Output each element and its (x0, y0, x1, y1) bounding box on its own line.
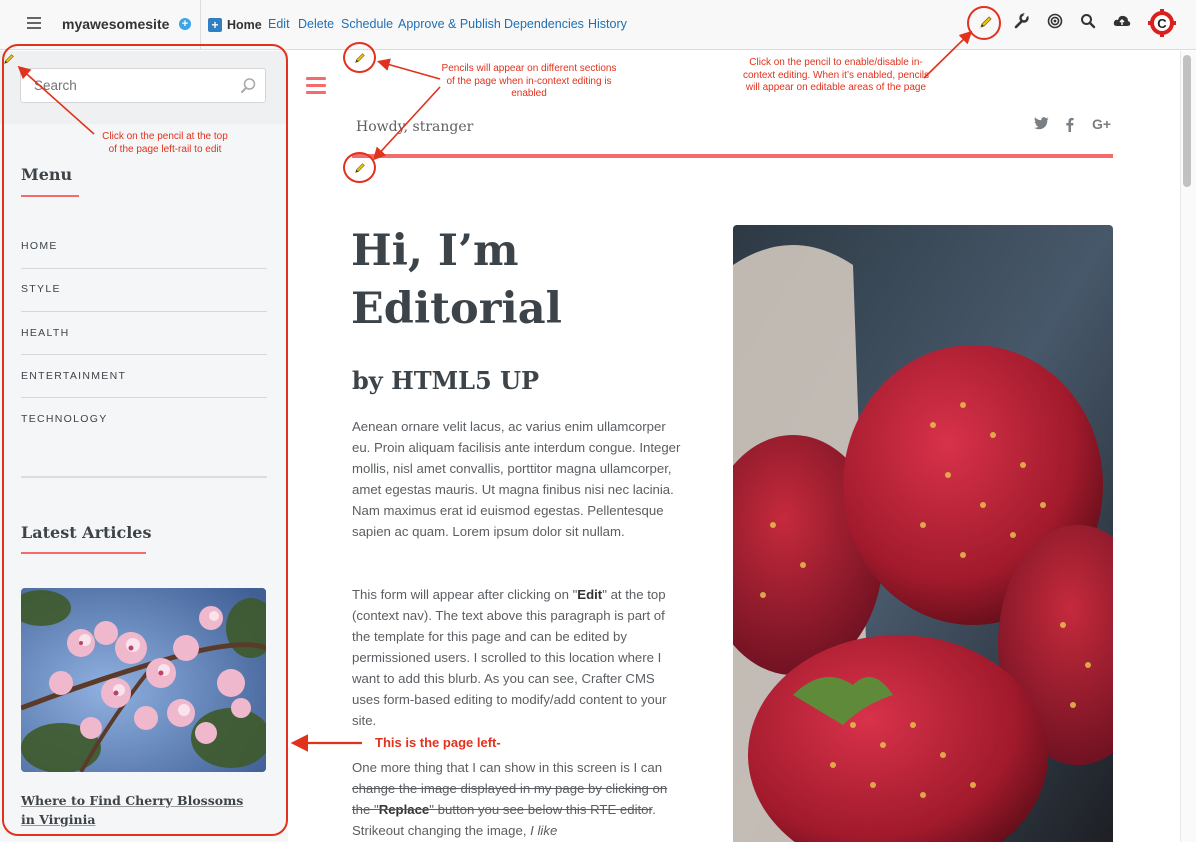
nav-approve-publish[interactable]: Approve & Publish (398, 17, 501, 31)
menu-item-technology[interactable]: TECHNOLOGY (21, 413, 267, 425)
menu-item-health[interactable]: HEALTH (21, 327, 267, 339)
heading-underline (21, 195, 79, 197)
annotation-pencil-toggle: Click on the pencil to enable/disable in… (742, 57, 930, 93)
context-nav: myawesomesite + + Home Edit Delete Sched… (0, 0, 1196, 50)
page-subtitle: by HTML5 UP (352, 366, 540, 395)
publish-cloud-icon[interactable] (1111, 13, 1133, 35)
left-rail: Menu HOME STYLE HEALTH ENTERTAINMENT TEC… (0, 51, 288, 842)
scrollbar-thumb[interactable] (1183, 55, 1191, 187)
search-icon[interactable] (240, 77, 257, 94)
text-span: " button you see below this RTE editor (429, 802, 653, 817)
italic-text: I like (530, 823, 558, 838)
intro-paragraph: Aenean ornare velit lacus, ac varius eni… (352, 419, 681, 539)
menu-item-entertainment[interactable]: ENTERTAINMENT (21, 370, 267, 382)
highlight-circle (967, 6, 1001, 40)
menu-divider (21, 268, 267, 269)
latest-articles-heading: Latest Articles (21, 523, 152, 542)
nav-home[interactable]: Home (227, 18, 262, 32)
nav-delete[interactable]: Delete (298, 17, 334, 31)
menu-heading: Menu (21, 165, 73, 184)
site-menu-icon[interactable]: + (179, 18, 191, 30)
nav-history[interactable]: History (588, 17, 627, 31)
menu-item-style[interactable]: STYLE (21, 283, 267, 295)
search-icon[interactable] (1077, 13, 1099, 35)
strawberry-image[interactable] (733, 225, 1113, 842)
annotation-pencils-sections: Pencils will appear on different section… (441, 63, 617, 99)
edit-bold-text: Edit (577, 587, 603, 602)
nav-schedule[interactable]: Schedule (341, 17, 393, 31)
crafter-logo-icon[interactable]: C (1148, 9, 1176, 37)
greeting-text: Howdy, stranger (356, 119, 474, 135)
menu-divider (21, 354, 267, 355)
cherry-blossom-image[interactable] (21, 588, 266, 772)
annotation-left-rail-pencil: Click on the pencil at the top of the pa… (102, 131, 228, 155)
sidebar-toggle-icon[interactable] (27, 17, 41, 29)
text-span: This form will appear after clicking on … (352, 587, 578, 602)
header-pencil-icon[interactable] (354, 162, 366, 174)
replace-paragraph: One more thing that I can show in this s… (352, 757, 682, 841)
search-input[interactable] (20, 68, 266, 103)
menu-burger-icon[interactable] (306, 77, 326, 94)
heading-underline (21, 552, 146, 554)
facebook-icon[interactable] (1066, 117, 1074, 136)
strike-text: change the image displayed in my page by… (352, 781, 667, 817)
menu-divider (21, 311, 267, 312)
section-pencil-icon[interactable] (354, 52, 366, 64)
replace-bold-text: Replace (378, 802, 430, 817)
menu-divider (21, 397, 267, 398)
text-span: One more thing that I can show in this s… (352, 760, 663, 775)
left-rail-pencil-icon[interactable] (3, 53, 15, 65)
site-name[interactable]: myawesomesite (62, 16, 169, 32)
annotation-page-left: This is the page left- (375, 735, 501, 750)
page-icon: + (208, 18, 222, 32)
edit-paragraph: This form will appear after clicking on … (352, 584, 682, 731)
page-title: Hi, I’m Editorial (351, 226, 562, 334)
section-divider (21, 476, 267, 478)
nav-edit[interactable]: Edit (268, 17, 290, 31)
text-span: " at the top (context nav). The text abo… (352, 587, 667, 728)
nav-divider (200, 0, 201, 50)
google-plus-icon[interactable]: G+ (1092, 116, 1114, 135)
nav-dependencies[interactable]: Dependencies (504, 17, 584, 31)
target-icon[interactable] (1044, 13, 1066, 35)
twitter-icon[interactable] (1034, 117, 1049, 134)
article-link[interactable]: Where to Find Cherry Blossoms in Virgini… (21, 791, 261, 829)
header-rule (352, 154, 1113, 158)
wrench-icon[interactable] (1010, 12, 1032, 35)
menu-item-home[interactable]: HOME (21, 240, 267, 252)
svg-text:G+: G+ (1092, 117, 1111, 131)
svg-text:C: C (1157, 16, 1167, 31)
